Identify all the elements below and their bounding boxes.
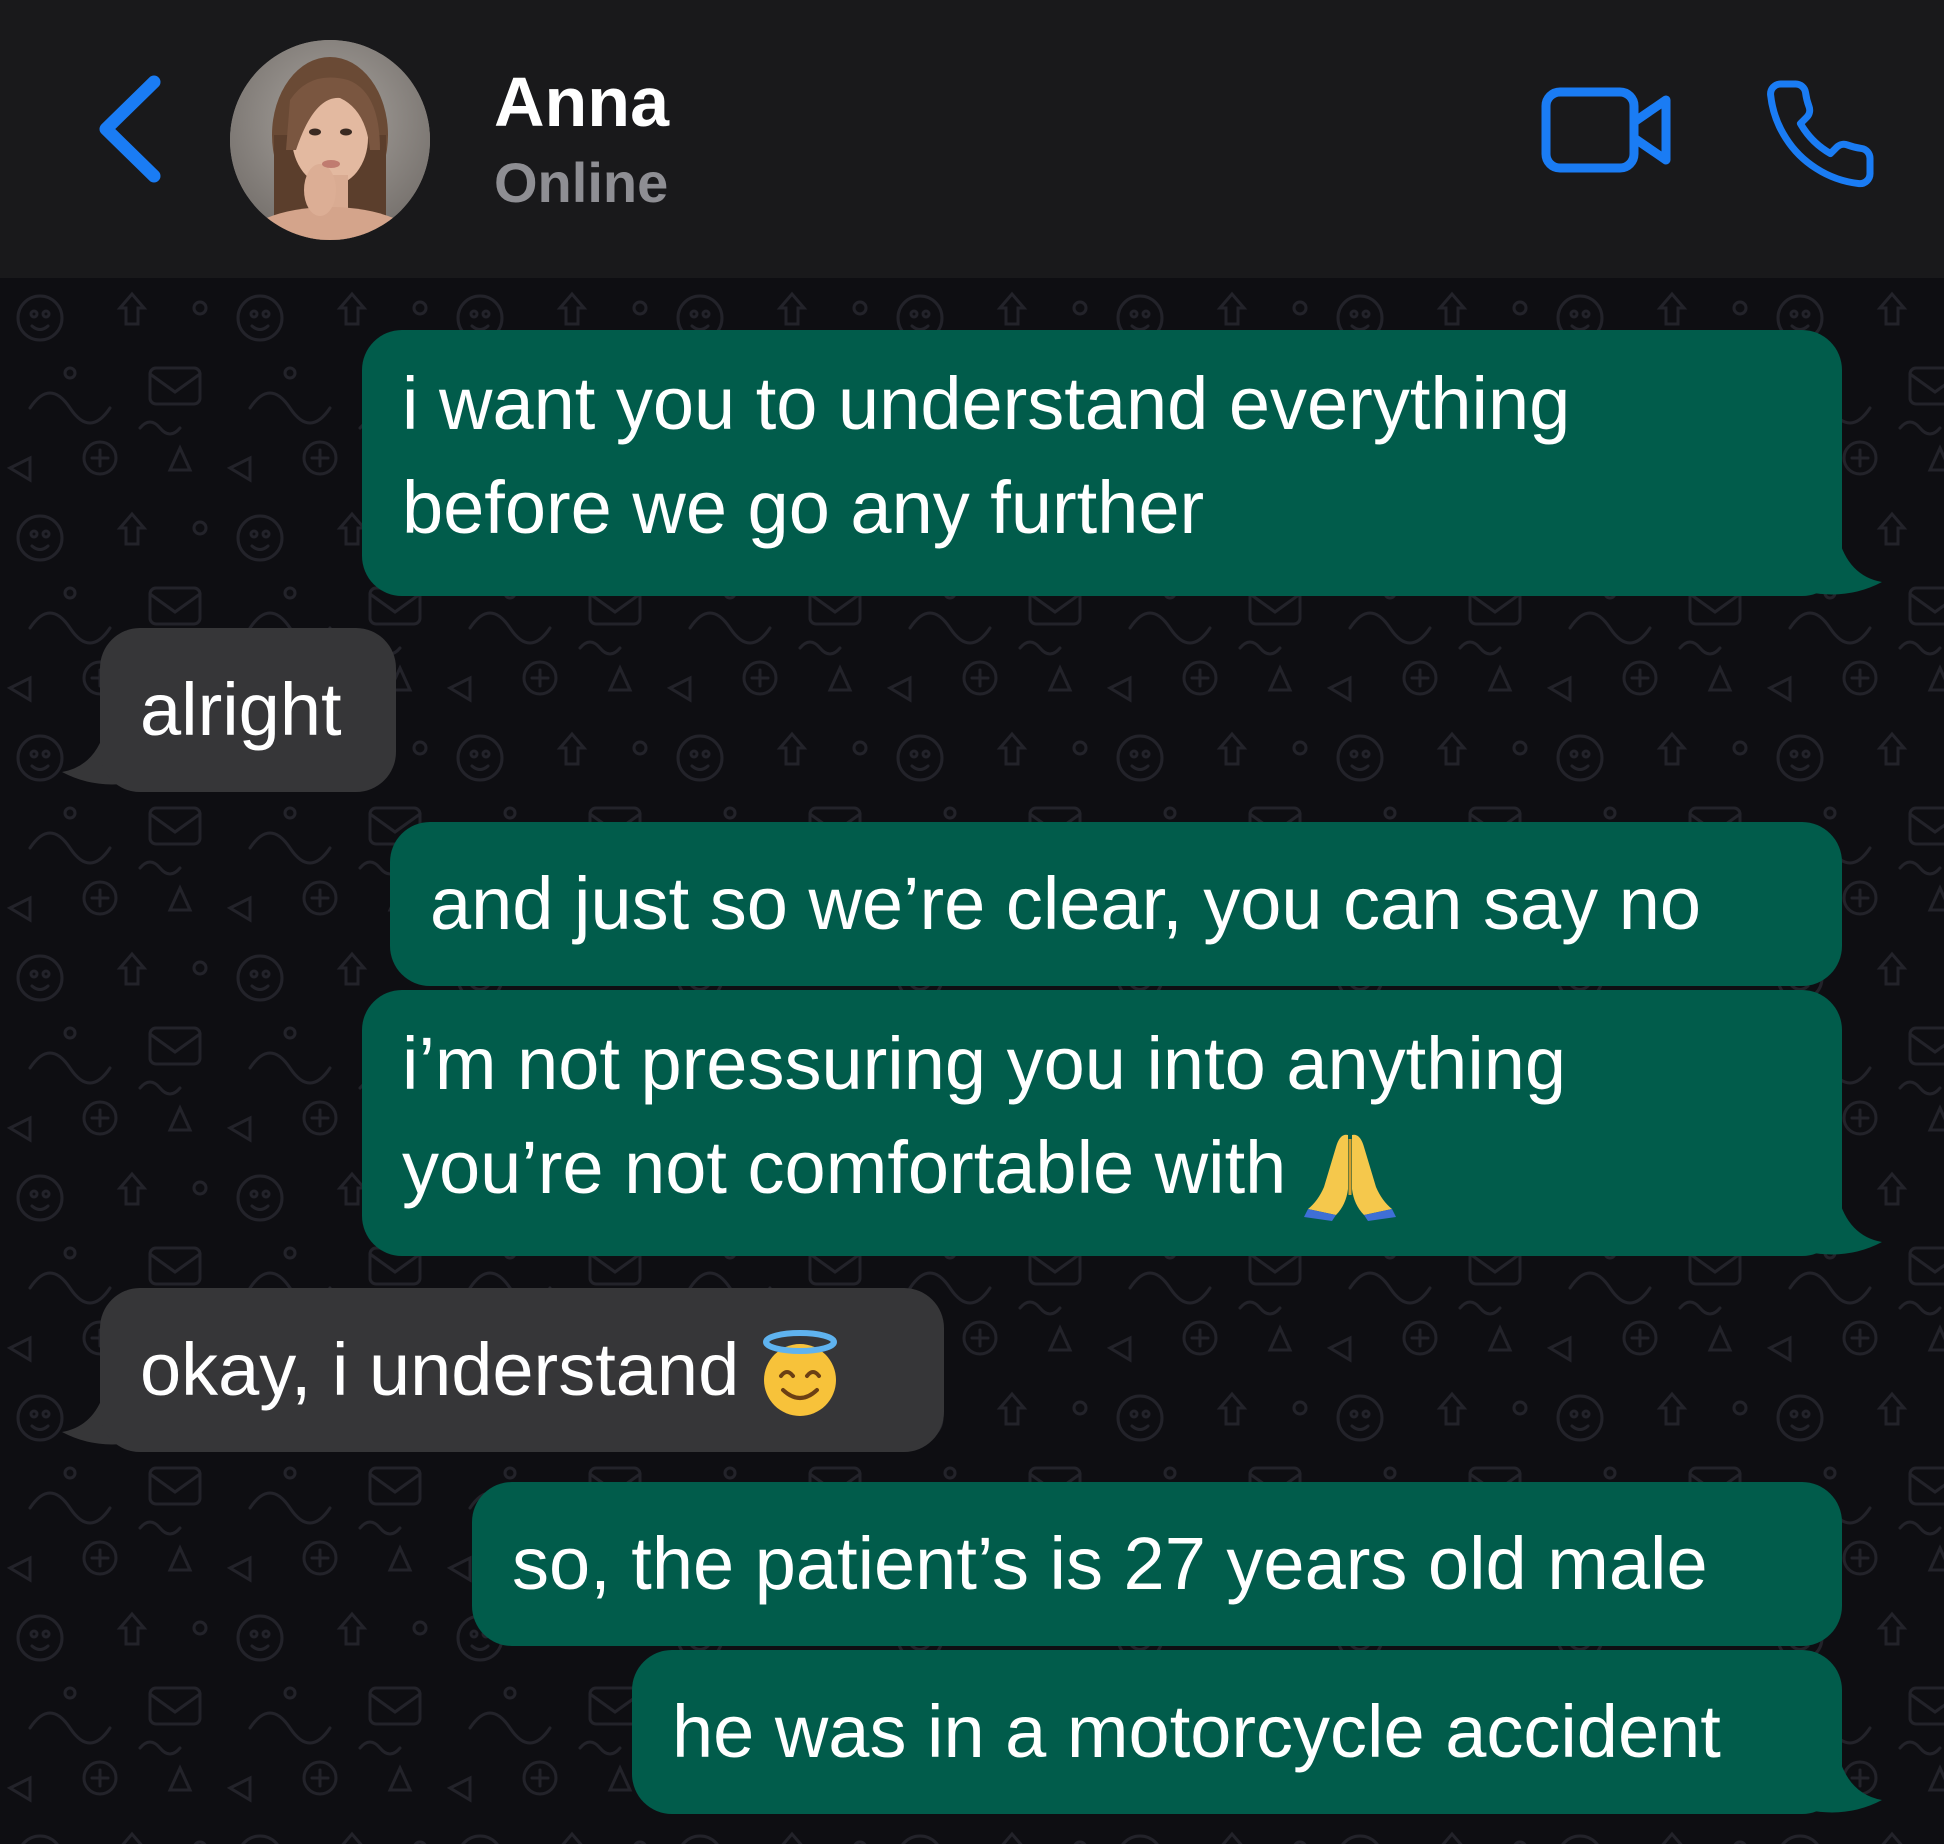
message-bubble-outgoing[interactable]: i want you to understand everything befo…	[362, 330, 1842, 596]
contact-name[interactable]: Anna	[494, 62, 669, 142]
chat-header: Anna Online	[0, 0, 1944, 278]
bubble-tail	[1808, 536, 1882, 595]
message-bubble-outgoing[interactable]: and just so we’re clear, you can say no	[390, 822, 1842, 986]
bubble-tail	[1808, 1196, 1882, 1255]
message-line: before we go any further	[402, 466, 1205, 549]
chevron-left-icon	[99, 75, 161, 183]
video-camera-icon	[1541, 87, 1671, 173]
voice-call-button[interactable]	[1760, 74, 1880, 194]
message-list[interactable]: i want you to understand everything befo…	[0, 278, 1944, 1844]
message-line: i’m not pressuring you into anything	[402, 1022, 1567, 1105]
message-line: so, the patient’s is 27 years old male	[512, 1522, 1708, 1605]
message-line: i want you to understand everything	[402, 362, 1571, 445]
message-bubble-outgoing[interactable]: so, the patient’s is 27 years old male	[472, 1482, 1842, 1646]
message-line: he was in a motorcycle accident	[672, 1690, 1721, 1773]
phone-icon	[1767, 80, 1874, 188]
smiling-face-with-halo-emoji	[763, 1330, 838, 1417]
video-call-button[interactable]	[1540, 80, 1676, 180]
contact-photo	[230, 40, 430, 240]
avatar[interactable]	[230, 40, 430, 240]
back-button[interactable]	[92, 74, 172, 184]
message-line: you’re not comfortable with	[402, 1126, 1287, 1209]
chat-screen: Anna Online i want you to understand eve…	[0, 0, 1944, 1844]
message-line: alright	[140, 668, 342, 751]
folded-hands-emoji	[1304, 1135, 1397, 1222]
contact-status: Online	[494, 151, 669, 214]
message-bubble-incoming[interactable]: alright	[100, 628, 396, 792]
bubble-tail	[1808, 1754, 1882, 1813]
message-line: okay, i understand	[140, 1328, 740, 1411]
message-bubble-outgoing[interactable]: he was in a motorcycle accident	[632, 1650, 1842, 1814]
message-bubble-outgoing[interactable]: i’m not pressuring you into anything you…	[362, 990, 1842, 1256]
message-bubble-incoming[interactable]: okay, i understand	[100, 1288, 944, 1452]
message-line: and just so we’re clear, you can say no	[430, 862, 1702, 945]
